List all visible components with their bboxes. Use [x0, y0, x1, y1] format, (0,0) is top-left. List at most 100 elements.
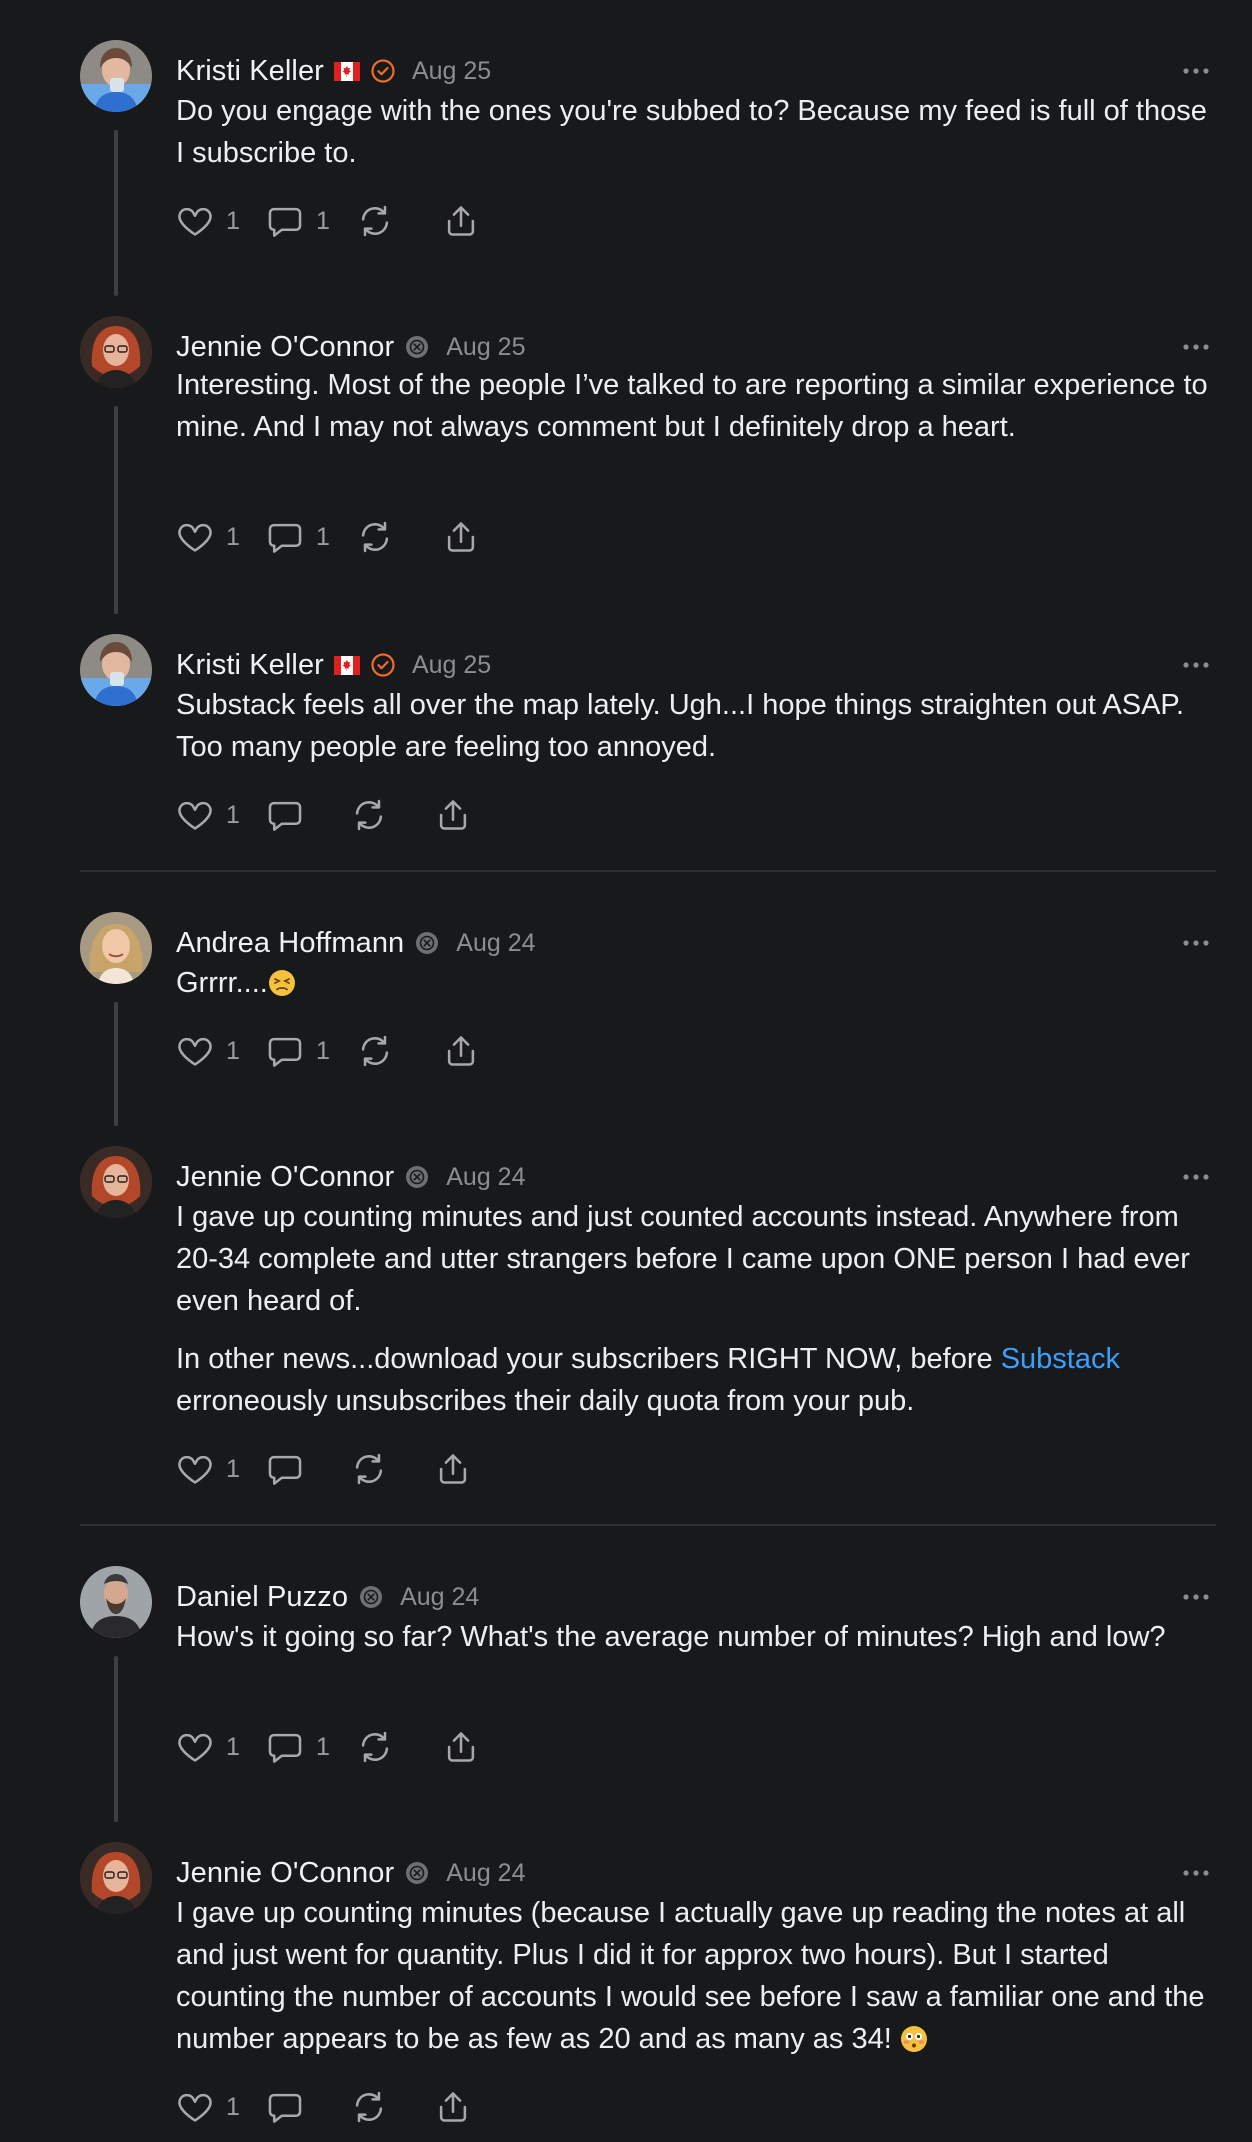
restack-button[interactable] [356, 200, 442, 242]
author-name[interactable]: Jennie O'Connor [176, 1161, 394, 1194]
thread-line [114, 1002, 118, 1126]
subscriber-badge-icon [414, 930, 440, 956]
reply-button[interactable]: 1 [266, 200, 356, 242]
more-options-button[interactable] [1182, 1858, 1210, 1888]
comment-text: I gave up counting minutes and just coun… [176, 1201, 1190, 1317]
restack-icon [356, 202, 394, 240]
more-icon [1182, 661, 1210, 669]
thread-line [114, 406, 118, 614]
comment-body: I gave up counting minutes (because I ac… [176, 1892, 1216, 2060]
reply-button[interactable] [266, 794, 350, 836]
heart-icon [176, 796, 214, 834]
reply-button[interactable]: 1 [266, 1030, 356, 1072]
canada-flag-icon [334, 656, 360, 675]
share-button[interactable] [434, 794, 472, 836]
author-name[interactable]: Jennie O'Connor [176, 1857, 394, 1890]
like-button[interactable]: 1 [176, 516, 266, 558]
share-button[interactable] [442, 200, 480, 242]
restack-icon [356, 518, 394, 556]
flushed-face-emoji [900, 2025, 928, 2053]
like-count: 1 [226, 1454, 240, 1483]
reply-count: 1 [316, 206, 330, 235]
like-button[interactable]: 1 [176, 1448, 266, 1490]
comment-text: I gave up counting minutes (because I ac… [176, 1897, 1205, 2055]
comment-body: Grrrr.... [176, 962, 1216, 1004]
like-count: 1 [226, 1036, 240, 1065]
share-button[interactable] [442, 1726, 480, 1768]
avatar[interactable] [80, 634, 152, 706]
verified-check-icon [370, 652, 396, 678]
avatar[interactable] [80, 1842, 152, 1914]
comment-date[interactable]: Aug 24 [400, 1583, 479, 1612]
restack-button[interactable] [350, 1448, 434, 1490]
thread-line [114, 1656, 118, 1822]
author-name[interactable]: Daniel Puzzo [176, 1581, 348, 1614]
like-button[interactable]: 1 [176, 2086, 266, 2128]
comment-date[interactable]: Aug 24 [456, 929, 535, 958]
thread-line [114, 130, 118, 296]
comment-icon [266, 796, 304, 834]
share-button[interactable] [442, 516, 480, 558]
reply-button[interactable]: 1 [266, 1726, 356, 1768]
reply-button[interactable] [266, 1448, 350, 1490]
share-button[interactable] [442, 1030, 480, 1072]
more-options-button[interactable] [1182, 1582, 1210, 1612]
comment-date[interactable]: Aug 25 [446, 333, 525, 362]
more-options-button[interactable] [1182, 928, 1210, 958]
share-button[interactable] [434, 1448, 472, 1490]
share-icon [442, 1032, 480, 1070]
avatar[interactable] [80, 1566, 152, 1638]
comment-text: Interesting. Most of the people I’ve tal… [176, 369, 1208, 443]
avatar[interactable] [80, 40, 152, 112]
author-name[interactable]: Andrea Hoffmann [176, 927, 404, 960]
avatar[interactable] [80, 912, 152, 984]
restack-button[interactable] [356, 1726, 442, 1768]
like-button[interactable]: 1 [176, 1030, 266, 1072]
more-options-button[interactable] [1182, 650, 1210, 680]
more-options-button[interactable] [1182, 56, 1210, 86]
share-icon [434, 796, 472, 834]
avatar[interactable] [80, 316, 152, 388]
restack-button[interactable] [350, 794, 434, 836]
restack-button[interactable] [356, 516, 442, 558]
comment-icon [266, 1032, 304, 1070]
verified-check-icon [370, 58, 396, 84]
subscriber-badge-icon [404, 334, 430, 360]
reply-button[interactable]: 1 [266, 516, 356, 558]
comment-actions: 1 1 [176, 516, 480, 558]
comment-date[interactable]: Aug 25 [412, 651, 491, 680]
comment-text: Grrrr.... [176, 967, 268, 999]
author-name[interactable]: Kristi Keller [176, 649, 324, 682]
avatar[interactable] [80, 1146, 152, 1218]
comment-date[interactable]: Aug 25 [412, 57, 491, 86]
like-button[interactable]: 1 [176, 794, 266, 836]
comment-actions: 1 1 [176, 1030, 480, 1072]
comment-date[interactable]: Aug 24 [446, 1859, 525, 1888]
like-button[interactable]: 1 [176, 200, 266, 242]
more-options-button[interactable] [1182, 1162, 1210, 1192]
more-options-button[interactable] [1182, 332, 1210, 362]
author-name[interactable]: Kristi Keller [176, 55, 324, 88]
comment-actions: 1 [176, 1448, 472, 1490]
comment-text: How's it going so far? What's the averag… [176, 1621, 1166, 1653]
subscriber-badge-icon [358, 1584, 384, 1610]
more-icon [1182, 1593, 1210, 1601]
comment-text: Do you engage with the ones you're subbe… [176, 95, 1207, 169]
substack-link[interactable]: Substack [1001, 1343, 1120, 1375]
like-count: 1 [226, 2092, 240, 2121]
like-count: 1 [226, 206, 240, 235]
restack-button[interactable] [350, 2086, 434, 2128]
restack-button[interactable] [356, 1030, 442, 1072]
restack-icon [356, 1032, 394, 1070]
heart-icon [176, 1032, 214, 1070]
share-button[interactable] [434, 2086, 472, 2128]
persevering-face-emoji [268, 969, 296, 997]
heart-icon [176, 1728, 214, 1766]
reply-button[interactable] [266, 2086, 350, 2128]
share-icon [442, 518, 480, 556]
restack-icon [350, 796, 388, 834]
author-name[interactable]: Jennie O'Connor [176, 331, 394, 364]
comment-date[interactable]: Aug 24 [446, 1163, 525, 1192]
reply-count: 1 [316, 1036, 330, 1065]
like-button[interactable]: 1 [176, 1726, 266, 1768]
